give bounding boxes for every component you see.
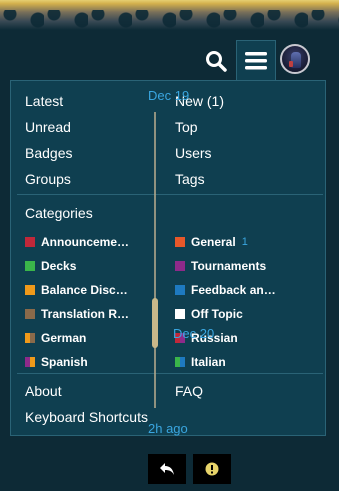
category-label: General bbox=[191, 235, 236, 249]
reply-icon bbox=[160, 463, 174, 475]
category-unread-count: 1 bbox=[241, 236, 248, 248]
category-color-swatch bbox=[25, 285, 35, 295]
category-general[interactable]: General 1 bbox=[175, 235, 248, 249]
avatar-detail bbox=[289, 61, 293, 67]
category-color-swatch bbox=[175, 285, 185, 295]
menu-button[interactable] bbox=[236, 40, 276, 80]
category-label: Italian bbox=[191, 355, 226, 369]
category-spanish[interactable]: Spanish bbox=[25, 355, 88, 369]
menu-link-badges[interactable]: Badges bbox=[25, 145, 72, 161]
category-color-swatch bbox=[25, 237, 35, 247]
user-avatar[interactable] bbox=[280, 44, 310, 74]
category-italian[interactable]: Italian bbox=[175, 355, 226, 369]
menu-link-about[interactable]: About bbox=[25, 383, 62, 399]
timeline-date-end[interactable]: 2h ago bbox=[148, 421, 188, 436]
category-label: Balance Disc… bbox=[41, 283, 128, 297]
reply-button[interactable] bbox=[148, 454, 186, 484]
categories-heading[interactable]: Categories bbox=[25, 205, 93, 221]
category-decks[interactable]: Decks bbox=[25, 259, 76, 273]
category-off-topic[interactable]: Off Topic bbox=[175, 307, 243, 321]
timeline-date-start[interactable]: Dec 19 bbox=[148, 88, 189, 103]
category-label: Decks bbox=[41, 259, 77, 273]
flag-button[interactable] bbox=[193, 454, 231, 484]
category-color-swatch bbox=[175, 309, 185, 319]
category-label: Translation R… bbox=[41, 307, 130, 321]
category-announcements[interactable]: Announceme… bbox=[25, 235, 129, 249]
category-label: Announceme… bbox=[41, 235, 130, 249]
category-color-swatch bbox=[175, 357, 185, 367]
category-color-swatch bbox=[25, 357, 35, 367]
category-color-swatch bbox=[25, 333, 35, 343]
search-icon bbox=[206, 51, 227, 72]
category-color-swatch bbox=[25, 309, 35, 319]
menu-link-latest[interactable]: Latest bbox=[25, 93, 63, 109]
category-feedback[interactable]: Feedback an… bbox=[175, 283, 276, 297]
menu-link-tags[interactable]: Tags bbox=[175, 171, 205, 187]
exclamation-icon bbox=[205, 462, 219, 476]
category-german[interactable]: German bbox=[25, 331, 86, 345]
search-button[interactable] bbox=[200, 44, 232, 78]
menu-link-top[interactable]: Top bbox=[175, 119, 198, 135]
category-tournaments[interactable]: Tournaments bbox=[175, 259, 266, 273]
timeline-scroll-handle[interactable] bbox=[152, 298, 158, 348]
menu-link-groups[interactable]: Groups bbox=[25, 171, 71, 187]
menu-link-faq[interactable]: FAQ bbox=[175, 383, 203, 399]
category-balance-discussion[interactable]: Balance Disc… bbox=[25, 283, 128, 297]
menu-link-users[interactable]: Users bbox=[175, 145, 212, 161]
menu-divider bbox=[17, 194, 323, 195]
category-color-swatch bbox=[25, 261, 35, 271]
category-translation[interactable]: Translation R… bbox=[25, 307, 129, 321]
category-color-swatch bbox=[175, 261, 185, 271]
hamburger-icon bbox=[245, 51, 267, 69]
hamburger-menu-panel: Latest Unread Badges Groups New (1) Top … bbox=[10, 80, 326, 436]
category-label: Off Topic bbox=[191, 307, 243, 321]
timeline-date-current: Dec 20 bbox=[173, 326, 215, 341]
menu-link-keyboard-shortcuts[interactable]: Keyboard Shortcuts bbox=[25, 409, 148, 425]
category-label: Tournaments bbox=[191, 259, 267, 273]
menu-divider bbox=[17, 373, 323, 374]
timeline-track bbox=[154, 112, 156, 408]
banner-torn-edge bbox=[0, 10, 339, 30]
category-label: Feedback an… bbox=[191, 283, 276, 297]
menu-link-unread[interactable]: Unread bbox=[25, 119, 71, 135]
category-color-swatch bbox=[175, 237, 185, 247]
category-label: Spanish bbox=[41, 355, 88, 369]
category-label: German bbox=[41, 331, 87, 345]
